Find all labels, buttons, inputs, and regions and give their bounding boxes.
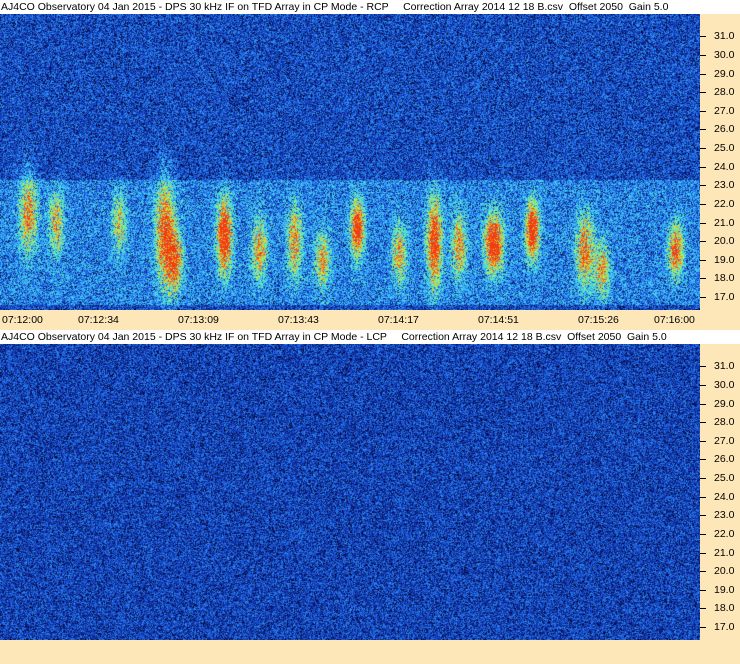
lcp-spectrogram-plot <box>0 344 700 640</box>
time-tick-label: 07:16:00 <box>654 314 695 326</box>
time-tick-label: 07:12:00 <box>2 314 43 326</box>
rcp-time-axis: 07:12:00 07:12:34 07:13:09 07:13:43 07:14:17… <box>0 310 740 330</box>
frequency-tick-label: 20.0 <box>714 235 735 248</box>
frequency-tick-label: 23.0 <box>714 179 735 192</box>
frequency-tick <box>700 148 706 150</box>
frequency-tick <box>700 366 706 368</box>
frequency-tick-label: 29.0 <box>714 67 735 80</box>
frequency-tick <box>700 296 706 298</box>
frequency-tick <box>700 496 706 498</box>
frequency-tick <box>700 36 706 38</box>
frequency-tick-label: 29.0 <box>714 397 735 410</box>
frequency-tick <box>700 222 706 224</box>
frequency-tick <box>700 110 706 112</box>
frequency-tick <box>700 422 706 424</box>
frequency-tick-label: 21.0 <box>714 216 735 229</box>
frequency-tick <box>700 478 706 480</box>
frequency-tick <box>700 384 706 386</box>
frequency-tick-label: 20.0 <box>714 565 735 578</box>
frequency-tick-label: 24.0 <box>714 490 735 503</box>
frequency-tick <box>700 203 706 205</box>
frequency-tick-label: 23.0 <box>714 509 735 522</box>
frequency-tick <box>700 166 706 168</box>
lcp-chart-title: AJ4CO Observatory 04 Jan 2015 - DPS 30 k… <box>0 330 701 344</box>
frequency-tick-label: 17.0 <box>714 620 735 633</box>
frequency-tick-label: 19.0 <box>714 583 735 596</box>
frequency-tick <box>700 129 706 131</box>
frequency-tick-label: 26.0 <box>714 123 735 136</box>
frequency-tick-label: 18.0 <box>714 602 735 615</box>
rcp-frequency-axis: 31.0 30.0 29.0 28.0 27.0 26.0 25.0 24.0 23.0 22.0… <box>700 14 740 310</box>
frequency-tick <box>700 54 706 56</box>
time-tick-label: 07:12:34 <box>78 314 119 326</box>
rcp-spectrogram-panel: AJ4CO Observatory 04 Jan 2015 - DPS 30 k… <box>0 0 740 330</box>
frequency-tick-label: 31.0 <box>714 360 735 373</box>
rcp-spectrogram-plot <box>0 14 700 310</box>
frequency-tick-label: 28.0 <box>714 416 735 429</box>
lcp-spectrogram-panel: AJ4CO Observatory 04 Jan 2015 - DPS 30 k… <box>0 330 740 664</box>
frequency-tick <box>700 552 706 554</box>
lcp-time-axis <box>0 640 740 664</box>
time-tick-label: 07:13:09 <box>178 314 219 326</box>
frequency-tick <box>700 608 706 610</box>
frequency-tick <box>700 403 706 405</box>
rcp-chart-title: AJ4CO Observatory 04 Jan 2015 - DPS 30 k… <box>0 0 701 14</box>
frequency-tick <box>700 459 706 461</box>
frequency-tick-label: 21.0 <box>714 546 735 559</box>
frequency-tick <box>700 92 706 94</box>
time-tick-label: 07:13:43 <box>278 314 319 326</box>
time-tick-label: 07:14:17 <box>378 314 419 326</box>
frequency-tick-label: 25.0 <box>714 142 735 155</box>
lcp-frequency-axis: 31.0 30.0 29.0 28.0 27.0 26.0 25.0 24.0 23.0 22.0… <box>700 344 740 640</box>
frequency-tick <box>700 589 706 591</box>
frequency-tick-label: 17.0 <box>714 290 735 303</box>
time-tick-label: 07:15:26 <box>578 314 619 326</box>
frequency-tick-label: 18.0 <box>714 272 735 285</box>
frequency-tick-label: 26.0 <box>714 453 735 466</box>
frequency-tick <box>700 73 706 75</box>
frequency-tick-label: 28.0 <box>714 86 735 99</box>
frequency-tick-label: 30.0 <box>714 48 735 61</box>
frequency-tick <box>700 571 706 573</box>
frequency-tick-label: 25.0 <box>714 472 735 485</box>
frequency-tick <box>700 278 706 280</box>
frequency-tick <box>700 440 706 442</box>
frequency-tick-label: 27.0 <box>714 434 735 447</box>
time-tick-label: 07:14:51 <box>478 314 519 326</box>
frequency-tick <box>700 185 706 187</box>
frequency-tick-label: 22.0 <box>714 197 735 210</box>
frequency-tick-label: 31.0 <box>714 30 735 43</box>
frequency-tick <box>700 515 706 517</box>
frequency-tick-label: 19.0 <box>714 253 735 266</box>
frequency-tick <box>700 626 706 628</box>
frequency-tick <box>700 259 706 261</box>
frequency-tick-label: 27.0 <box>714 104 735 117</box>
frequency-tick-label: 24.0 <box>714 160 735 173</box>
frequency-tick <box>700 241 706 243</box>
frequency-tick-label: 30.0 <box>714 378 735 391</box>
frequency-tick-label: 22.0 <box>714 527 735 540</box>
frequency-tick <box>700 533 706 535</box>
